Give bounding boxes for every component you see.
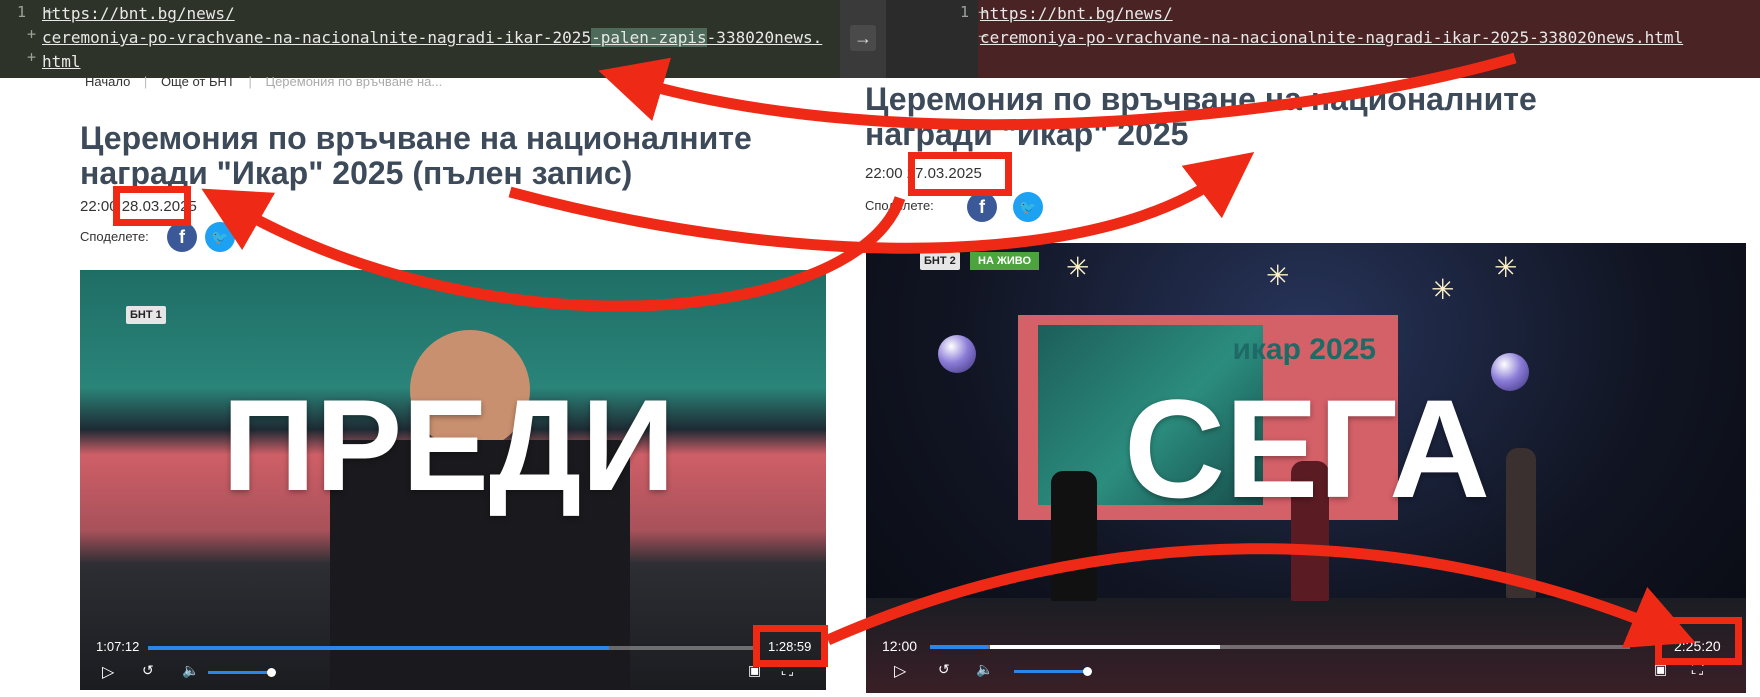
arrow-duration xyxy=(825,543,1696,648)
arrow-date-left xyxy=(201,188,906,312)
arrow-url xyxy=(598,52,1517,131)
annotation-arrows xyxy=(201,52,1696,648)
